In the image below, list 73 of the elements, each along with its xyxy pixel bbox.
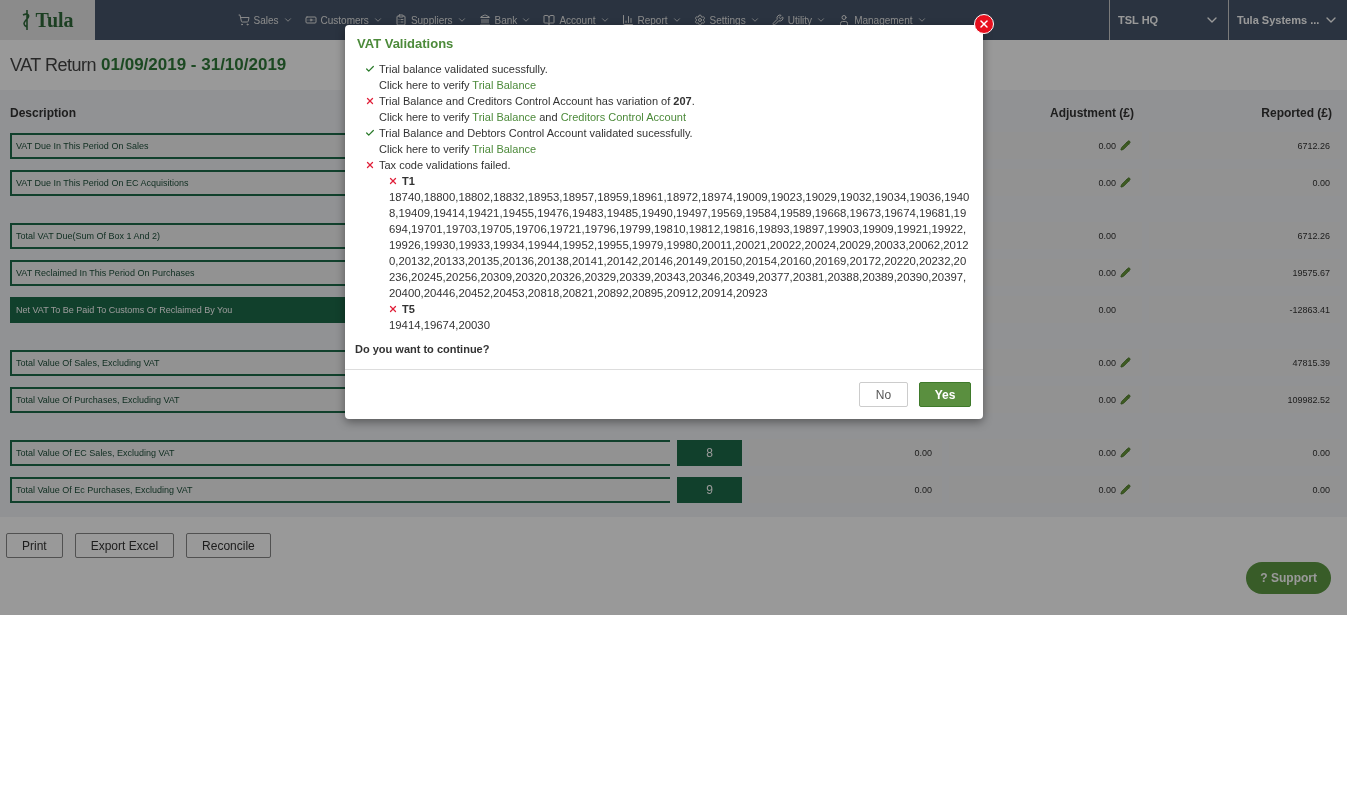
adjustment-value: 0.00 (1098, 357, 1116, 368)
adjustment-value: 0.00 (1098, 230, 1116, 241)
nav-menu-item[interactable]: Utility (771, 14, 827, 26)
report-link[interactable]: Trial Balance (472, 143, 537, 155)
nav-menu-item[interactable]: Bank (478, 14, 532, 26)
chevron-down-icon (521, 15, 532, 25)
adjustment-value: 0.00 (1098, 394, 1116, 405)
column-header: Description (10, 106, 77, 120)
page-title: VAT Return (10, 54, 97, 76)
action-button[interactable]: Print (6, 533, 63, 558)
description-cell: Total Value Of Ec Purchases, Excluding VAT (10, 476, 670, 503)
dialog-title: VAT Validations (356, 35, 455, 53)
nav-menu-item[interactable]: Settings (693, 14, 760, 26)
banknote-icon (304, 14, 317, 26)
report-link[interactable]: Trial Balance (472, 111, 537, 123)
adjustment-value: 0.00 (1098, 484, 1116, 495)
chevron-down-icon (456, 15, 467, 25)
nav-menu-item[interactable]: Sales (237, 14, 293, 26)
tax-code: T1 (402, 174, 415, 189)
report-link[interactable]: Trial Balance (472, 79, 537, 91)
logo[interactable]: Tula (0, 0, 95, 40)
bar-chart-icon (621, 14, 634, 26)
validation-message: Trial balance validated sucessfully. (379, 62, 548, 77)
column-header: Adjustment (£) (1050, 106, 1135, 120)
wrench-icon (771, 14, 784, 26)
adjustment-value: 0.00 (1098, 140, 1116, 151)
column-header: Reported (£) (1261, 106, 1333, 120)
pencil-icon[interactable] (1120, 267, 1131, 278)
validation-message: Trial Balance and Creditors Control Account has variation of 207. (379, 94, 695, 109)
pencil-icon[interactable] (1120, 177, 1131, 188)
period-text: 01/09/2019 - 31/10/2019 (101, 55, 287, 75)
nav-menu-item[interactable]: Account (543, 14, 610, 26)
adjustment-value: 0.00 (1098, 447, 1116, 458)
chevron-down-icon (816, 15, 827, 25)
chevron-down-icon (599, 15, 610, 25)
verify-text: Click here to verify Trial Balance (378, 142, 537, 157)
list-icon (394, 14, 407, 26)
box-number: 9 (677, 476, 742, 503)
report-link[interactable]: Creditors Control Account (560, 111, 686, 123)
bank-icon (478, 14, 491, 26)
adjustment-value: 0.00 (1098, 304, 1116, 315)
action-button[interactable]: Reconcile (186, 533, 271, 558)
book-icon (543, 14, 556, 26)
close-icon (978, 18, 990, 30)
action-button[interactable]: Export Excel (74, 533, 175, 558)
pencil-icon[interactable] (1120, 447, 1131, 458)
nav-menu-item[interactable]: Management (838, 14, 927, 26)
verify-text: Click here to verify Trial Balance and Creditors Control Account (378, 110, 686, 125)
description-cell: Total Value Of EC Sales, Excluding VAT (10, 439, 670, 466)
chevron-down-icon (749, 15, 760, 25)
adjustment-value: 0.00 (1098, 177, 1116, 188)
chevron-down-icon (372, 15, 383, 25)
support-button[interactable]: ? Support (1246, 562, 1331, 594)
adjustment-value: 0.00 (1098, 267, 1116, 278)
logo-text: Tula (35, 8, 74, 32)
nav-menu-item[interactable]: Suppliers (394, 14, 467, 26)
confirm-button[interactable]: Yes (919, 382, 971, 407)
person-icon (838, 14, 851, 26)
pencil-icon[interactable] (1120, 484, 1131, 495)
cancel-button[interactable]: No (859, 382, 908, 407)
cart-icon (237, 14, 250, 26)
chevron-down-icon (282, 15, 293, 25)
pencil-icon[interactable] (1120, 394, 1131, 405)
pencil-icon[interactable] (1120, 357, 1131, 368)
tax-code: T5 (402, 302, 415, 317)
nav-menu-item[interactable]: Customers (304, 14, 383, 26)
box-number: 8 (677, 439, 742, 466)
chevron-down-icon (671, 15, 682, 25)
verify-text: Click here to verify Trial Balance (378, 78, 537, 93)
nav-menu-item[interactable]: Report (621, 14, 682, 26)
pencil-icon[interactable] (1120, 140, 1131, 151)
gear-icon (693, 14, 706, 26)
chevron-down-icon (916, 15, 927, 25)
